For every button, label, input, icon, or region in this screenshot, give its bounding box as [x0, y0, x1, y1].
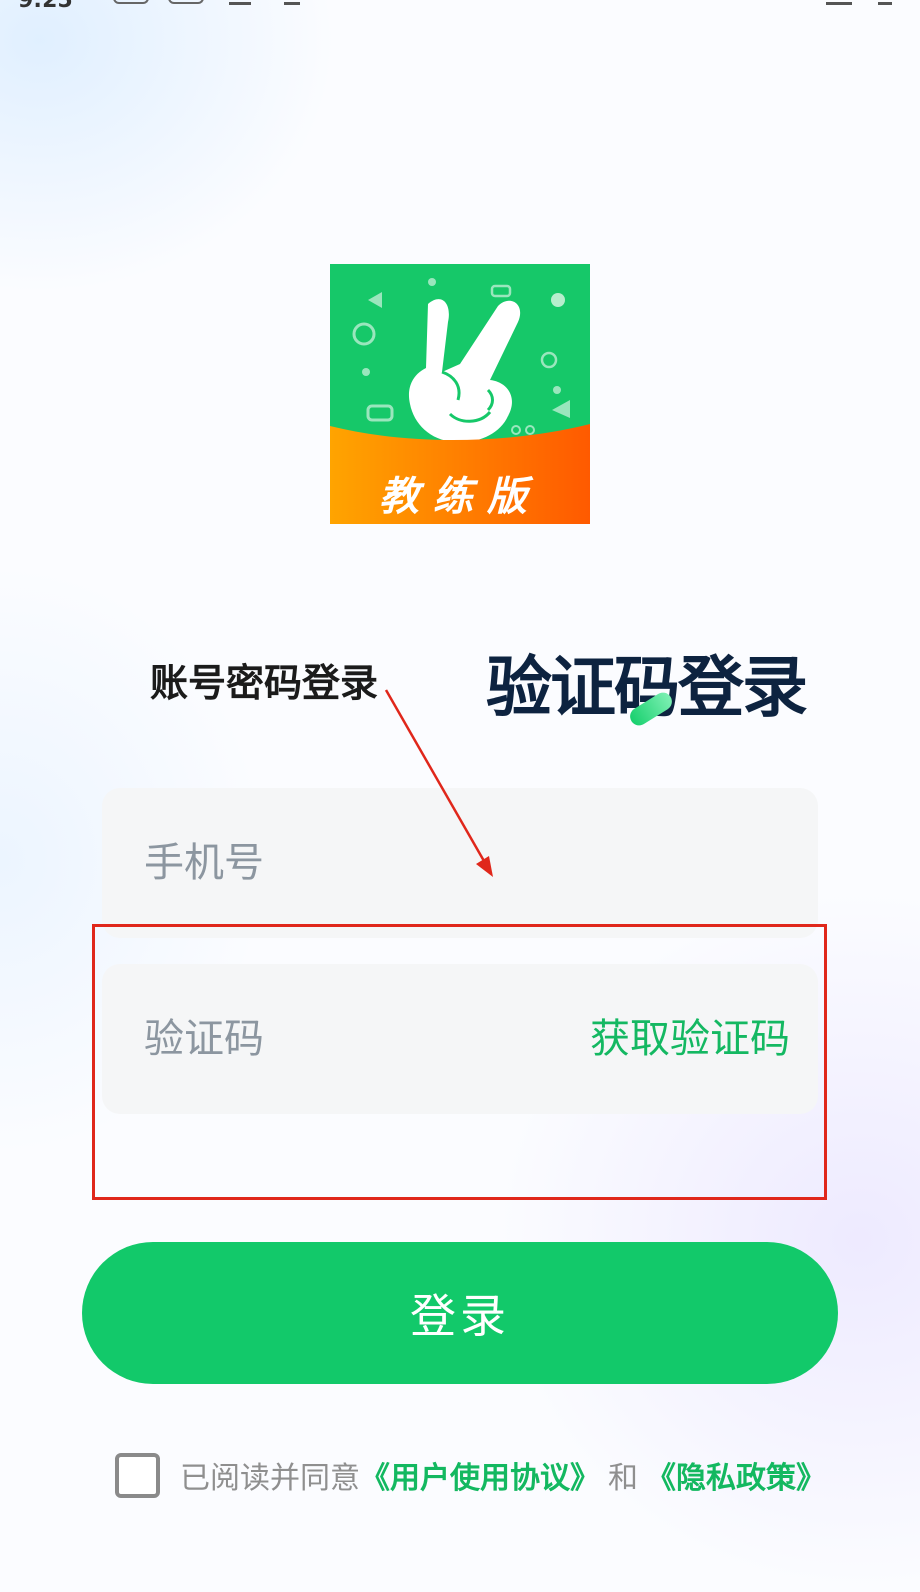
login-button[interactable]: 登录	[82, 1242, 838, 1384]
status-time: 9:25	[18, 0, 73, 12]
annotation-box	[92, 924, 827, 1200]
agreement-row: 已阅读并同意 《用户使用协议》 和 《隐私政策》	[115, 1452, 826, 1498]
privacy-policy-link[interactable]: 《隐私政策》	[646, 1453, 826, 1497]
notification-icon	[229, 2, 251, 5]
signal-icon	[878, 2, 892, 5]
agreement-and: 和	[608, 1461, 638, 1496]
notification-icon	[168, 0, 204, 4]
notification-icon	[284, 2, 300, 5]
agreement-prefix: 已阅读并同意	[180, 1461, 360, 1496]
user-agreement-link[interactable]: 《用户使用协议》	[360, 1453, 600, 1497]
battery-icon	[826, 2, 852, 5]
agreement-checkbox[interactable]	[115, 1452, 160, 1498]
logo-label: 教练版	[379, 474, 541, 520]
phone-input[interactable]	[144, 788, 564, 938]
phone-field	[102, 788, 818, 938]
notification-icon	[113, 0, 149, 4]
tab-password-login[interactable]: 账号密码登录	[150, 652, 378, 707]
app-logo: 教练版	[330, 264, 590, 524]
status-bar: 9:25	[0, 0, 920, 12]
